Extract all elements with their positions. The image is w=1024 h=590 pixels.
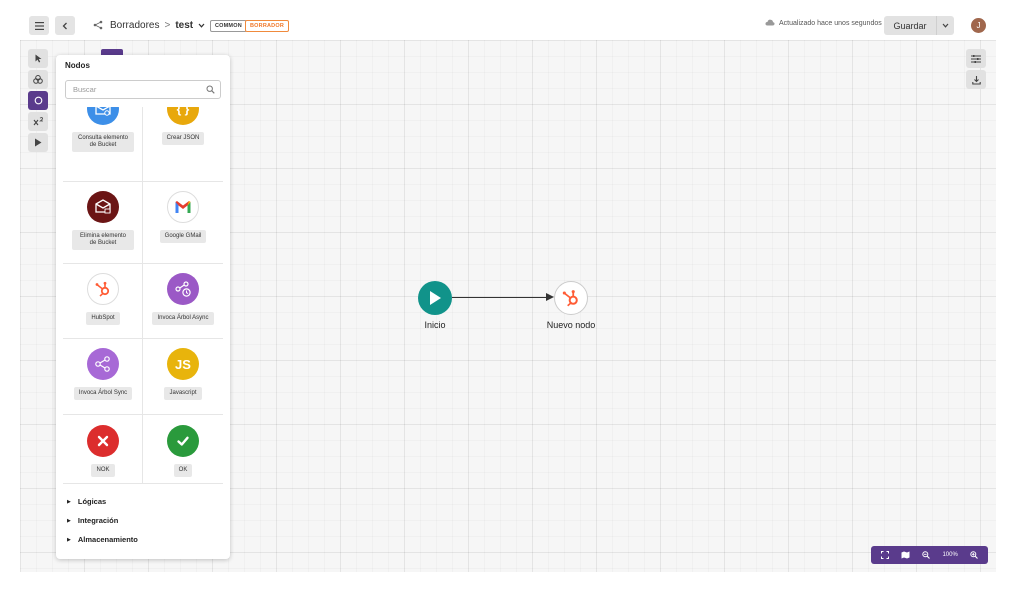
shapes-icon: [33, 75, 43, 84]
back-button[interactable]: [55, 16, 75, 35]
json-braces-icon: { }: [167, 107, 199, 125]
zoom-bar: 100%: [871, 546, 988, 564]
run-tool[interactable]: [28, 133, 48, 152]
search-icon: [206, 85, 215, 94]
new-node-label: Nuevo nodo: [546, 320, 596, 330]
superscript-x-icon: [33, 117, 43, 126]
common-badge: COMMON: [210, 20, 247, 32]
chevron-left-icon: [62, 22, 67, 29]
cloud-icon: [765, 19, 775, 28]
chevron-down-icon: [942, 23, 949, 28]
node-label: OK: [173, 464, 193, 477]
export-button[interactable]: [966, 70, 986, 89]
zoom-in-button[interactable]: [970, 551, 978, 559]
play-icon: [35, 138, 42, 147]
category-label: Almacenamiento: [77, 535, 138, 544]
circle-icon: [34, 96, 42, 105]
node-label: Invoca Árbol Sync: [73, 387, 133, 400]
js-icon: JS: [167, 348, 199, 380]
panel-title: Nodos: [65, 61, 90, 70]
category-label: Lógicas: [77, 497, 107, 506]
expand-icon: [881, 551, 890, 559]
cursor-icon: [35, 54, 41, 63]
breadcrumb: Borradores > test: [92, 15, 205, 35]
save-options-button[interactable]: [936, 16, 954, 35]
chevron-down-icon[interactable]: [198, 20, 205, 30]
hubspot-icon: [87, 273, 119, 305]
search-placeholder: Buscar: [73, 85, 97, 94]
pointer-tool[interactable]: [28, 49, 48, 68]
avatar[interactable]: J: [971, 18, 986, 33]
nodes-panel: Nodos Buscar Consulta elemento de Bucket…: [56, 55, 230, 559]
node-label: Google GMail: [159, 230, 207, 243]
tree-sync-icon: [87, 348, 119, 380]
flow-edge[interactable]: [452, 297, 552, 298]
tree-async-icon: [167, 273, 199, 305]
properties-button[interactable]: [966, 49, 986, 68]
node-label: Elimina elemento de Bucket: [72, 230, 134, 250]
node-item-gmail[interactable]: Google GMail: [143, 191, 223, 243]
bucket-search-icon: [87, 107, 119, 125]
caret-right-icon: ▶: [67, 517, 71, 524]
zoom-level: 100%: [942, 552, 958, 558]
node-item-javascript[interactable]: JS Javascript: [143, 348, 223, 400]
tree-icon: [92, 19, 104, 31]
nodes-tool[interactable]: [28, 91, 48, 110]
draft-badge: BORRADOR: [245, 20, 289, 32]
node-label: HubSpot: [86, 312, 120, 325]
zoom-out-icon: [922, 551, 931, 559]
hamburger-icon: [34, 21, 44, 30]
bucket-delete-icon: [87, 191, 119, 223]
new-node[interactable]: Nuevo nodo: [540, 281, 602, 330]
sliders-icon: [971, 54, 981, 63]
zoom-in-icon: [970, 551, 978, 559]
node-grid: Consulta elemento de Bucket { } Crear JS…: [63, 107, 223, 487]
node-item-elimina-bucket[interactable]: Elimina elemento de Bucket: [63, 191, 143, 250]
gmail-icon: [167, 191, 199, 223]
breadcrumb-parent[interactable]: Borradores: [110, 20, 159, 31]
check-icon: [167, 425, 199, 457]
start-node-label: Inicio: [424, 320, 446, 330]
play-icon: [418, 281, 452, 315]
category-logicas[interactable]: ▶ Lógicas: [67, 497, 106, 506]
variables-tool[interactable]: [28, 112, 48, 131]
menu-button[interactable]: [29, 16, 49, 35]
map-icon: [901, 551, 910, 559]
category-integracion[interactable]: ▶ Integración: [67, 516, 118, 525]
node-item-consulta-bucket[interactable]: Consulta elemento de Bucket: [63, 107, 143, 152]
caret-right-icon: ▶: [67, 498, 71, 505]
node-item-crear-json[interactable]: { } Crear JSON: [143, 107, 223, 145]
zoom-out-button[interactable]: [922, 551, 931, 559]
node-item-ok[interactable]: OK: [143, 425, 223, 477]
minimap-button[interactable]: [901, 551, 910, 559]
hubspot-icon: [554, 281, 588, 315]
save-split-button: Guardar: [884, 16, 954, 35]
x-icon: [87, 425, 119, 457]
node-label: Crear JSON: [161, 132, 205, 145]
category-almacenamiento[interactable]: ▶ Almacenamiento: [67, 535, 138, 544]
node-label: Javascript: [164, 387, 202, 400]
group-tool[interactable]: [28, 70, 48, 89]
search-input[interactable]: Buscar: [65, 80, 221, 99]
top-bar: Borradores > test COMMON BORRADOR Actual…: [20, 10, 995, 40]
node-label: Consulta elemento de Bucket: [72, 132, 134, 152]
node-item-hubspot[interactable]: HubSpot: [63, 273, 143, 325]
breadcrumb-current[interactable]: test: [175, 20, 193, 31]
save-button[interactable]: Guardar: [884, 16, 936, 35]
start-node[interactable]: Inicio: [411, 281, 459, 330]
breadcrumb-separator: >: [164, 19, 171, 31]
save-status: Actualizado hace unos segundos: [765, 19, 882, 28]
category-label: Integración: [77, 516, 119, 525]
node-label: NOK: [91, 464, 115, 477]
node-item-arbol-async[interactable]: Invoca Árbol Async: [143, 273, 223, 325]
status-text: Actualizado hace unos segundos: [779, 20, 882, 27]
node-item-nok[interactable]: NOK: [63, 425, 143, 477]
node-label: Invoca Árbol Async: [152, 312, 214, 325]
download-icon: [971, 75, 981, 85]
caret-right-icon: ▶: [67, 536, 71, 543]
node-item-arbol-sync[interactable]: Invoca Árbol Sync: [63, 348, 143, 400]
fit-view-button[interactable]: [881, 551, 890, 559]
